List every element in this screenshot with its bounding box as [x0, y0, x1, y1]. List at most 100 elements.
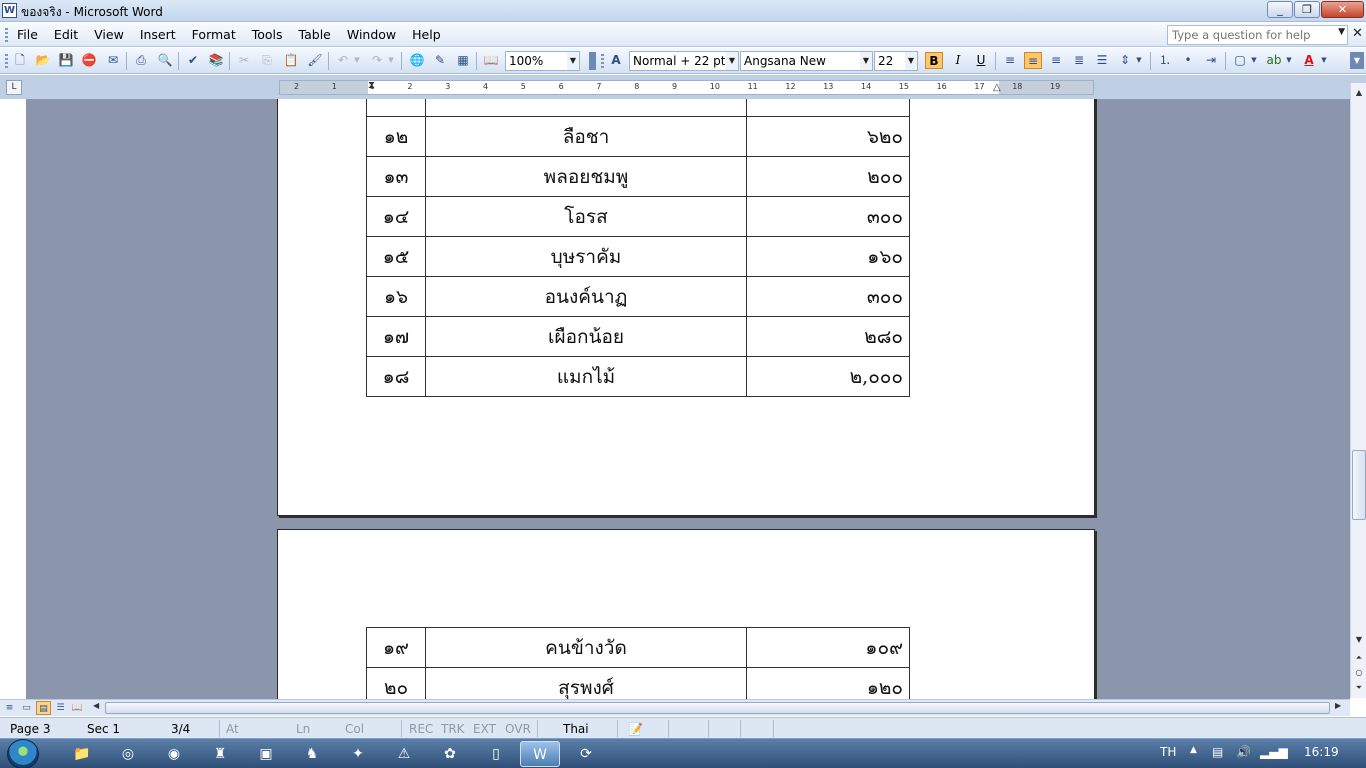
- table-row[interactable]: [366, 99, 910, 117]
- menu-grip[interactable]: [5, 28, 8, 42]
- bullets-icon[interactable]: •: [1179, 52, 1197, 69]
- table-row[interactable]: ๑๖ อนงค์นาฏ ๓๐๐: [366, 276, 910, 317]
- numbering-icon[interactable]: ⒈: [1156, 52, 1174, 69]
- app-icon[interactable]: ✦: [338, 741, 378, 767]
- explorer-icon[interactable]: 📁: [62, 741, 102, 767]
- status-ovr[interactable]: OVR: [505, 722, 531, 736]
- row-number-cell[interactable]: ๑๘: [366, 356, 426, 397]
- value-cell[interactable]: ๓๐๐: [746, 276, 910, 317]
- bold-button[interactable]: B: [925, 52, 943, 69]
- next-page-icon[interactable]: ⏷: [1352, 681, 1366, 695]
- value-cell[interactable]: ๑๒๐: [746, 667, 910, 699]
- close-document-button[interactable]: ✕: [1352, 26, 1363, 41]
- value-cell[interactable]: ๒๘๐: [746, 316, 910, 357]
- row-number-cell[interactable]: ๒๐: [366, 667, 426, 699]
- italic-button[interactable]: I: [949, 52, 967, 69]
- toolbar-handle[interactable]: [589, 52, 596, 70]
- cut-icon[interactable]: ✂: [235, 52, 253, 69]
- permission-icon[interactable]: ⛔: [80, 52, 98, 69]
- name-cell[interactable]: อนงค์นาฏ: [425, 276, 747, 317]
- reading-view-icon[interactable]: 📖: [70, 701, 85, 715]
- style-select[interactable]: Normal + 22 pt, B ▼: [629, 51, 739, 71]
- table-row[interactable]: ๑๓ พลอยชมพู ๒๐๐: [366, 156, 910, 197]
- table-row[interactable]: ๑๗ เผือกน้อย ๒๘๐: [366, 316, 910, 357]
- font-select[interactable]: Angsana New ▼: [740, 51, 873, 71]
- app-icon[interactable]: ⚠: [384, 741, 424, 767]
- help-search-input[interactable]: [1168, 26, 1328, 44]
- value-cell[interactable]: ๒๐๐: [746, 156, 910, 197]
- name-cell[interactable]: คนข้างวัด: [425, 627, 747, 668]
- chevron-down-icon[interactable]: ▼: [1338, 27, 1345, 37]
- app-icon[interactable]: ▯: [476, 741, 516, 767]
- previous-page-icon[interactable]: ⏶: [1352, 651, 1366, 665]
- select-browse-object-icon[interactable]: ○: [1352, 666, 1366, 680]
- scroll-right-arrow-icon[interactable]: ▶: [1335, 701, 1341, 710]
- table-row[interactable]: ๑๙ คนข้างวัด ๑๐๙: [366, 627, 910, 668]
- table-row[interactable]: ๑๘ แมกไม้ ๒,๐๐๐: [366, 356, 910, 397]
- print-preview-icon[interactable]: 🔍: [156, 52, 174, 69]
- menu-edit[interactable]: Edit: [54, 27, 78, 42]
- maximize-button[interactable]: ❐: [1294, 1, 1320, 18]
- font-color-icon[interactable]: A: [1300, 52, 1318, 69]
- table-top[interactable]: ๑๒ ลือชา ๖๒๐ ๑๓ พลอยชมพู ๒๐๐ ๑๔ โอรส ๓๐๐ ๑๕ บุษราค…: [366, 99, 910, 397]
- styles-formatting-icon[interactable]: A: [607, 52, 625, 69]
- menu-insert[interactable]: Insert: [140, 27, 176, 42]
- word-doc-icon[interactable]: W: [2, 3, 17, 18]
- zoom-select[interactable]: 100% ▼: [505, 51, 580, 71]
- value-cell[interactable]: ๒,๐๐๐: [746, 356, 910, 397]
- menu-file[interactable]: File: [17, 27, 38, 42]
- align-right-icon[interactable]: ≡: [1047, 52, 1065, 69]
- paste-icon[interactable]: 📋: [282, 52, 300, 69]
- table-bottom[interactable]: ๑๙ คนข้างวัด ๑๐๙ ๒๐ สุรพงศ์ ๑๒๐: [366, 627, 910, 699]
- line-spacing-icon[interactable]: ⇕: [1116, 52, 1134, 69]
- chevron-down-icon[interactable]: ▼: [386, 52, 396, 69]
- print-layout-icon[interactable]: ▤: [36, 701, 51, 715]
- table-cell[interactable]: [746, 99, 910, 117]
- toolbar-grip[interactable]: [601, 54, 604, 68]
- row-number-cell[interactable]: ๑๙: [366, 627, 426, 668]
- borders-icon[interactable]: ▢: [1231, 52, 1249, 69]
- menu-view[interactable]: View: [94, 27, 124, 42]
- scroll-down-arrow-icon[interactable]: ▼: [1352, 633, 1366, 647]
- value-cell[interactable]: ๖๒๐: [746, 116, 910, 157]
- research-icon[interactable]: 📚: [207, 52, 225, 69]
- row-number-cell[interactable]: ๑๕: [366, 236, 426, 277]
- insert-table-icon[interactable]: ▦: [454, 52, 472, 69]
- scrollbar-thumb[interactable]: [1352, 450, 1366, 520]
- show-hidden-icons-icon[interactable]: ▲: [1190, 745, 1197, 755]
- save-icon[interactable]: 💾: [57, 52, 75, 69]
- distributed-icon[interactable]: ☰: [1093, 52, 1111, 69]
- status-trk[interactable]: TRK: [441, 722, 465, 736]
- vertical-scrollbar[interactable]: ▲ ▼ ⏶ ○ ⏷: [1350, 83, 1366, 698]
- email-icon[interactable]: ✉: [104, 52, 122, 69]
- horizontal-ruler[interactable]: 2 1 1 2 3 4 5 6 7 8 9 10 11 12 13 14 15 16 17 18 19 ⧗ △: [279, 80, 1094, 95]
- help-search-box[interactable]: ▼: [1167, 25, 1348, 45]
- row-number-cell[interactable]: ๑๖: [366, 276, 426, 317]
- menu-tools[interactable]: Tools: [252, 27, 283, 42]
- menu-help[interactable]: Help: [412, 27, 441, 42]
- name-cell[interactable]: แมกไม้: [425, 356, 747, 397]
- table-row[interactable]: ๑๒ ลือชา ๖๒๐: [366, 116, 910, 157]
- row-number-cell[interactable]: ๑๒: [366, 116, 426, 157]
- indent-marker[interactable]: ⧗: [368, 80, 375, 91]
- underline-button[interactable]: U: [972, 52, 990, 69]
- name-cell[interactable]: ลือชา: [425, 116, 747, 157]
- outline-view-icon[interactable]: ☰: [53, 701, 68, 715]
- app-icon[interactable]: ⟳: [566, 741, 606, 767]
- chevron-down-icon[interactable]: ▼: [726, 52, 738, 70]
- table-row[interactable]: ๒๐ สุรพงศ์ ๑๒๐: [366, 667, 910, 699]
- app-icon[interactable]: ♞: [292, 741, 332, 767]
- clock[interactable]: 16:19: [1304, 745, 1339, 759]
- undo-icon[interactable]: ↶: [334, 52, 352, 69]
- name-cell[interactable]: สุรพงศ์: [425, 667, 747, 699]
- menu-table[interactable]: Table: [299, 27, 331, 42]
- toolbar-options-icon[interactable]: ▼: [1350, 52, 1364, 69]
- web-layout-icon[interactable]: ▭: [19, 701, 34, 715]
- redo-icon[interactable]: ↷: [368, 52, 386, 69]
- row-number-cell[interactable]: ๑๓: [366, 156, 426, 197]
- page-3[interactable]: ๑๒ ลือชา ๖๒๐ ๑๓ พลอยชมพู ๒๐๐ ๑๔ โอรส ๓๐๐ ๑๕ บุษราค…: [277, 99, 1095, 516]
- value-cell[interactable]: ๑๐๙: [746, 627, 910, 668]
- value-cell[interactable]: ๑๖๐: [746, 236, 910, 277]
- format-painter-icon[interactable]: 🖌: [306, 52, 324, 69]
- horizontal-scrollbar[interactable]: [105, 702, 1330, 714]
